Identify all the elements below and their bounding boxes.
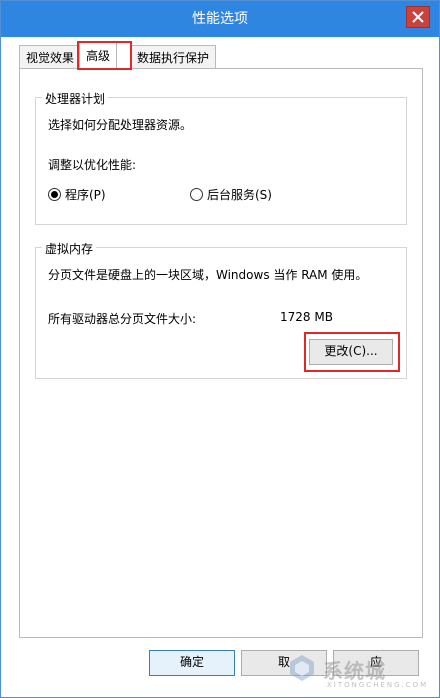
window-title: 性能选项 <box>192 11 248 27</box>
processor-description: 选择如何分配处理器资源。 <box>48 118 193 132</box>
change-button[interactable]: 更改(C)... <box>309 339 393 365</box>
radio-background-services-indicator[interactable] <box>190 188 203 201</box>
title-bar[interactable]: 性能选项 <box>1 1 439 37</box>
performance-options-window: 性能选项 视觉效果 高级 数据执行保护 处理器计划 选择如何分配处理器资源。 调… <box>0 0 440 698</box>
radio-background-services[interactable]: 后台服务(S) <box>190 186 272 203</box>
virtual-memory-legend: 虚拟内存 <box>42 240 97 257</box>
tab-data-execution-prevention[interactable]: 数据执行保护 <box>130 45 217 70</box>
close-button[interactable] <box>406 6 430 28</box>
processor-scheduling-group: 处理器计划 选择如何分配处理器资源。 调整以优化性能: 程序(P) 后台服务(S… <box>35 90 407 225</box>
advanced-tab-panel: 处理器计划 选择如何分配处理器资源。 调整以优化性能: 程序(P) 后台服务(S… <box>19 68 423 638</box>
close-icon <box>412 11 424 23</box>
radio-background-services-label: 后台服务(S) <box>207 188 272 202</box>
tab-advanced[interactable]: 高级 <box>79 41 118 70</box>
radio-programs-label: 程序(P) <box>65 188 106 202</box>
adjust-performance-label: 调整以优化性能: <box>48 158 137 172</box>
tab-visual-effects[interactable]: 视觉效果 <box>19 45 82 70</box>
site-watermark: 系统城 XITONGCHENG.COM <box>283 647 433 693</box>
watermark-subtext: XITONGCHENG.COM <box>327 681 429 689</box>
radio-programs[interactable]: 程序(P) <box>48 186 106 203</box>
total-paging-file-label: 所有驱动器总分页文件大小: <box>48 312 197 326</box>
watermark-text: 系统城 <box>323 659 386 683</box>
ok-button[interactable]: 确定 <box>149 650 235 676</box>
virtual-memory-description: 分页文件是硬盘上的一块区域，Windows 当作 RAM 使用。 <box>48 268 368 282</box>
watermark-logo-icon <box>290 655 314 681</box>
processor-scheduling-legend: 处理器计划 <box>42 90 109 107</box>
total-paging-file-value: 1728 MB <box>280 310 333 324</box>
virtual-memory-group: 虚拟内存 分页文件是硬盘上的一块区域，Windows 当作 RAM 使用。 所有… <box>35 240 407 379</box>
radio-programs-indicator[interactable] <box>48 188 61 201</box>
